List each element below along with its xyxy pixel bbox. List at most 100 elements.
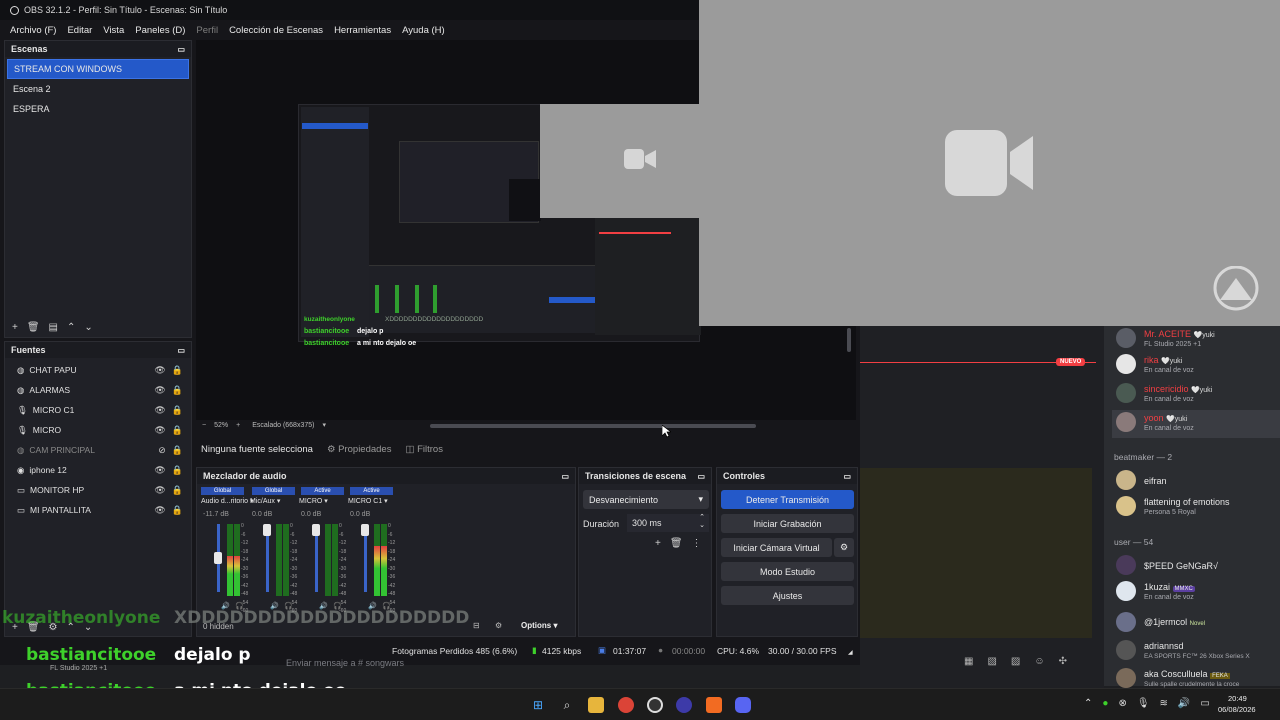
start-virtual-camera-button[interactable]: Iniciar Cámara Virtual bbox=[721, 538, 832, 557]
member-item[interactable]: eifran bbox=[1112, 468, 1280, 496]
member-item[interactable]: yoon 🤍yuki En canal de voz bbox=[1112, 410, 1280, 438]
source-item-alarmas[interactable]: ◍ ALARMAS 👁 🔒 bbox=[5, 380, 191, 400]
member-item[interactable]: @1jermcol Novel bbox=[1112, 610, 1280, 638]
source-item-chat-papu[interactable]: ◍ CHAT PAPU 👁 🔒 bbox=[5, 360, 191, 380]
volume-slider[interactable] bbox=[361, 524, 369, 592]
zoom-out-icon[interactable]: − bbox=[202, 422, 206, 429]
gif-icon[interactable]: ▧ bbox=[987, 656, 996, 667]
clock-date[interactable]: 06/08/2026 bbox=[1218, 705, 1256, 714]
member-item[interactable]: rika 🤍yuki En canal de voz bbox=[1112, 352, 1280, 380]
brave-icon[interactable] bbox=[706, 697, 722, 713]
member-item[interactable]: Mr. ACEITE 🤍yuki FL Studio 2025 +1 bbox=[1112, 326, 1280, 354]
add-scene-icon[interactable]: + bbox=[12, 322, 18, 333]
settings-button[interactable]: Ajustes bbox=[721, 586, 854, 605]
volume-slider[interactable] bbox=[263, 524, 271, 592]
visibility-eye-icon[interactable]: 👁 bbox=[154, 465, 165, 476]
member-item[interactable]: flattening of emotions Persona 5 Royal bbox=[1112, 494, 1280, 522]
visibility-eye-icon[interactable]: 👁 bbox=[154, 385, 165, 396]
properties-button[interactable]: ⚙ Propiedades bbox=[327, 444, 392, 455]
remove-transition-icon[interactable]: 🗑 bbox=[670, 538, 683, 549]
visibility-eye-icon[interactable]: 👁 bbox=[154, 405, 165, 416]
menu-vista[interactable]: Vista bbox=[103, 25, 124, 36]
sticker-icon[interactable]: ▨ bbox=[1011, 656, 1020, 667]
visibility-eye-icon[interactable]: 👁 bbox=[154, 485, 165, 496]
chevron-down-icon[interactable]: ▾ bbox=[382, 498, 388, 505]
member-item[interactable]: sincericidio 🤍yuki En canal de voz bbox=[1112, 381, 1280, 409]
undock-icon[interactable]: ▭ bbox=[177, 45, 185, 54]
volume-slider[interactable] bbox=[214, 524, 222, 592]
zoom-in-icon[interactable]: + bbox=[236, 422, 240, 429]
apps-icon[interactable]: ✣ bbox=[1059, 656, 1067, 667]
start-recording-button[interactable]: Iniciar Grabación bbox=[721, 514, 854, 533]
lock-icon[interactable]: 🔒 bbox=[172, 505, 183, 516]
menu-coleccion[interactable]: Colección de Escenas bbox=[229, 25, 323, 36]
visibility-off-icon[interactable]: ⊘ bbox=[158, 445, 166, 456]
channel-name[interactable]: Audio d...ritorio ▾ bbox=[201, 497, 254, 505]
scene-filter-icon[interactable]: ▤ bbox=[49, 322, 58, 333]
lock-icon[interactable]: 🔒 bbox=[172, 445, 183, 456]
tray-app-icon[interactable]: ⊗ bbox=[1118, 698, 1126, 709]
chevron-down-icon[interactable]: ▾ bbox=[322, 498, 328, 505]
lock-icon[interactable]: 🔒 bbox=[172, 405, 183, 416]
layout-icon[interactable]: ⊟ bbox=[473, 621, 480, 630]
volume-slider-handle[interactable] bbox=[361, 524, 369, 536]
stop-stream-button[interactable]: Detener Transmisión bbox=[721, 490, 854, 509]
obs-taskbar-icon[interactable] bbox=[647, 697, 663, 713]
lock-icon[interactable]: 🔒 bbox=[172, 365, 183, 376]
battery-icon[interactable]: ▭ bbox=[1200, 698, 1209, 709]
source-item-iphone-12[interactable]: ◉ iphone 12 👁 🔒 bbox=[5, 460, 191, 480]
chevron-up-icon[interactable]: ⌃ bbox=[1084, 698, 1092, 709]
channel-name[interactable]: MICRO ▾ bbox=[299, 497, 328, 505]
preview-hscrollbar[interactable] bbox=[430, 424, 756, 428]
gift-icon[interactable]: ▦ bbox=[964, 656, 973, 667]
message-input[interactable]: Enviar mensaje a # songwars bbox=[286, 658, 404, 668]
volume-slider-handle[interactable] bbox=[312, 524, 320, 536]
discord-icon[interactable] bbox=[735, 697, 751, 713]
menu-editar[interactable]: Editar bbox=[67, 25, 92, 36]
source-item-mi-pantallita[interactable]: ▭ MI PANTALLITA 👁 🔒 bbox=[5, 500, 191, 520]
member-item[interactable]: $PEED GeNGaR√ bbox=[1112, 553, 1280, 581]
channel-name[interactable]: Mic/Aux ▾ bbox=[250, 497, 280, 505]
scene-item-espera[interactable]: ESPERA bbox=[7, 99, 189, 119]
wifi-icon[interactable]: ≋ bbox=[1160, 698, 1168, 709]
scene-item-stream-con-windows[interactable]: STREAM CON WINDOWS bbox=[7, 59, 189, 79]
lock-icon[interactable]: 🔒 bbox=[172, 485, 183, 496]
source-item-monitor-hp[interactable]: ▭ MONITOR HP 👁 🔒 bbox=[5, 480, 191, 500]
remove-scene-icon[interactable]: 🗑 bbox=[27, 322, 40, 333]
menu-ayuda[interactable]: Ayuda (H) bbox=[402, 25, 445, 36]
windows-start-icon[interactable]: ⊞ bbox=[530, 697, 546, 713]
mic-muted-icon[interactable]: 🎙 bbox=[1137, 698, 1150, 709]
undock-icon[interactable]: ▭ bbox=[177, 346, 185, 355]
menu-paneles[interactable]: Paneles (D) bbox=[135, 25, 185, 36]
search-icon[interactable]: ⌕ bbox=[559, 697, 575, 713]
clock-time[interactable]: 20:49 bbox=[1228, 694, 1247, 703]
member-item[interactable]: 1kuzai MMXC En canal de voz bbox=[1112, 579, 1280, 607]
undock-icon[interactable]: ▭ bbox=[697, 472, 705, 481]
studio-mode-button[interactable]: Modo Estudio bbox=[721, 562, 854, 581]
chrome-icon[interactable] bbox=[618, 697, 634, 713]
virtual-camera-settings-button[interactable]: ⚙ bbox=[834, 538, 854, 557]
menu-archivo[interactable]: Archivo (F) bbox=[10, 25, 56, 36]
volume-slider[interactable] bbox=[312, 524, 320, 592]
visibility-eye-icon[interactable]: 👁 bbox=[154, 425, 165, 436]
preview-vscrollbar[interactable] bbox=[847, 328, 851, 352]
emoji-icon[interactable]: ☺ bbox=[1034, 656, 1044, 667]
more-vertical-icon[interactable]: ⋮ bbox=[692, 538, 702, 549]
app-icon[interactable] bbox=[676, 697, 692, 713]
chevron-down-icon[interactable]: ▾ bbox=[275, 498, 281, 505]
spin-arrows-icon[interactable]: ⌃ ⌄ bbox=[699, 514, 705, 530]
volume-icon[interactable]: 🔊 bbox=[1178, 698, 1190, 709]
add-transition-icon[interactable]: + bbox=[655, 538, 661, 549]
lock-icon[interactable]: 🔒 bbox=[172, 465, 183, 476]
undock-icon[interactable]: ▭ bbox=[561, 472, 569, 481]
duration-spinbox[interactable]: 300 ms ⌃ ⌄ bbox=[627, 514, 709, 532]
visibility-eye-icon[interactable]: 👁 bbox=[154, 365, 165, 376]
member-item[interactable]: adriannsd EA SPORTS FC™ 26 Xbox Series X bbox=[1112, 638, 1280, 666]
source-item-micro[interactable]: 🎙 MICRO 👁 🔒 bbox=[5, 420, 191, 440]
undock-icon[interactable]: ▭ bbox=[843, 472, 851, 481]
volume-slider-handle[interactable] bbox=[263, 524, 271, 536]
chevron-down-icon[interactable]: ▾ bbox=[322, 421, 326, 429]
menu-herramientas[interactable]: Herramientas bbox=[334, 25, 391, 36]
channel-name[interactable]: MICRO C1 ▾ bbox=[348, 497, 388, 505]
source-item-cam-principal[interactable]: ◍ CAM PRINCIPAL ⊘ 🔒 bbox=[5, 440, 191, 460]
